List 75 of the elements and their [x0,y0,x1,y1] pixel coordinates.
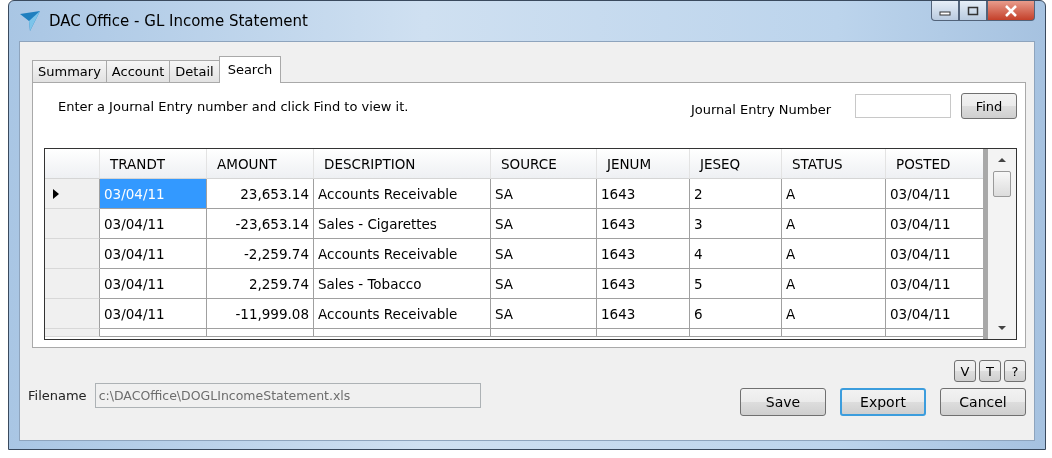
column-header[interactable]: JESEQ [690,149,782,179]
table-cell: Accounts Receivable [314,239,491,269]
column-header[interactable]: STATUS [782,149,886,179]
table-cell: SA [491,239,597,269]
table-cell: A [782,209,886,239]
table-cell: 4 [690,239,782,269]
table-cell: 03/04/11 [100,299,207,329]
small-button[interactable]: V [954,360,976,382]
scroll-up-icon[interactable] [998,158,1006,162]
table-cell: -11,999.08 [207,299,314,329]
tab[interactable]: Summary [32,60,107,82]
scroll-thumb[interactable] [993,171,1011,197]
table-cell: 03/04/11 [100,179,207,209]
instructions-text: Enter a Journal Entry number and click Find to view it. [57,98,409,114]
action-button[interactable]: Cancel [940,388,1026,416]
window-title: DAC Office - GL Income Statement [49,12,308,30]
table-cell: Sales - Cigarettes [314,209,491,239]
table-cell: A [782,239,886,269]
small-button[interactable]: ? [1004,360,1026,382]
row-header[interactable] [45,269,100,299]
table-cell: SA [491,179,597,209]
maximize-icon [967,5,979,16]
find-button[interactable]: Find [961,93,1017,119]
field-label: Filename [28,388,87,403]
row-header[interactable] [45,179,100,209]
row-header [45,149,100,179]
field-label: Journal Entry Number [690,101,831,117]
input-field[interactable] [855,94,951,118]
table-cell: 1643 [597,179,690,209]
table-cell: SA [491,209,597,239]
scroll-down-icon[interactable] [998,326,1006,330]
small-button[interactable]: T [979,360,1001,382]
table-cell: 03/04/11 [100,209,207,239]
table-cell: 3 [690,209,782,239]
minimize-button[interactable] [931,1,959,21]
tab[interactable]: Search [218,56,282,83]
maximize-button[interactable] [959,1,987,21]
row-header[interactable] [45,299,100,329]
table-cell: A [782,299,886,329]
table-cell: Sales - Tobacco [314,269,491,299]
table-cell: 6 [690,299,782,329]
table-cell: 03/04/11 [100,269,207,299]
table-cell: 1643 [597,239,690,269]
table-cell: 2,259.74 [207,269,314,299]
table-cell: Accounts Receivable [314,299,491,329]
table-cell: 1643 [597,269,690,299]
table-cell: SA [491,299,597,329]
table-cell: -23,653.14 [207,209,314,239]
tab[interactable]: Detail [169,60,220,82]
table-cell: Accounts Receivable [314,179,491,209]
table-cell: 1643 [597,209,690,239]
column-header[interactable]: TRANDT [100,149,207,179]
table-cell: 2 [690,179,782,209]
table-cell: SA [491,269,597,299]
column-header[interactable]: JENUM [597,149,690,179]
vertical-scrollbar[interactable] [983,149,1016,339]
table-cell: -2,259.74 [207,239,314,269]
table-cell: A [782,179,886,209]
row-header[interactable] [45,209,100,239]
app-logo-icon [19,10,41,32]
current-row-icon [53,188,59,199]
action-button[interactable]: Save [740,388,826,416]
close-icon [1004,4,1018,17]
row-header[interactable] [45,239,100,269]
column-header[interactable]: SOURCE [491,149,597,179]
tab[interactable]: Account [105,60,171,82]
column-header[interactable]: AMOUNT [207,149,314,179]
close-button[interactable] [987,1,1035,21]
action-button[interactable]: Export [840,388,926,416]
table-cell: A [782,269,886,299]
table-cell: 1643 [597,299,690,329]
table-cell: 5 [690,269,782,299]
column-header[interactable]: DESCRIPTION [314,149,491,179]
table-cell: 23,653.14 [207,179,314,209]
table-cell: 03/04/11 [100,239,207,269]
